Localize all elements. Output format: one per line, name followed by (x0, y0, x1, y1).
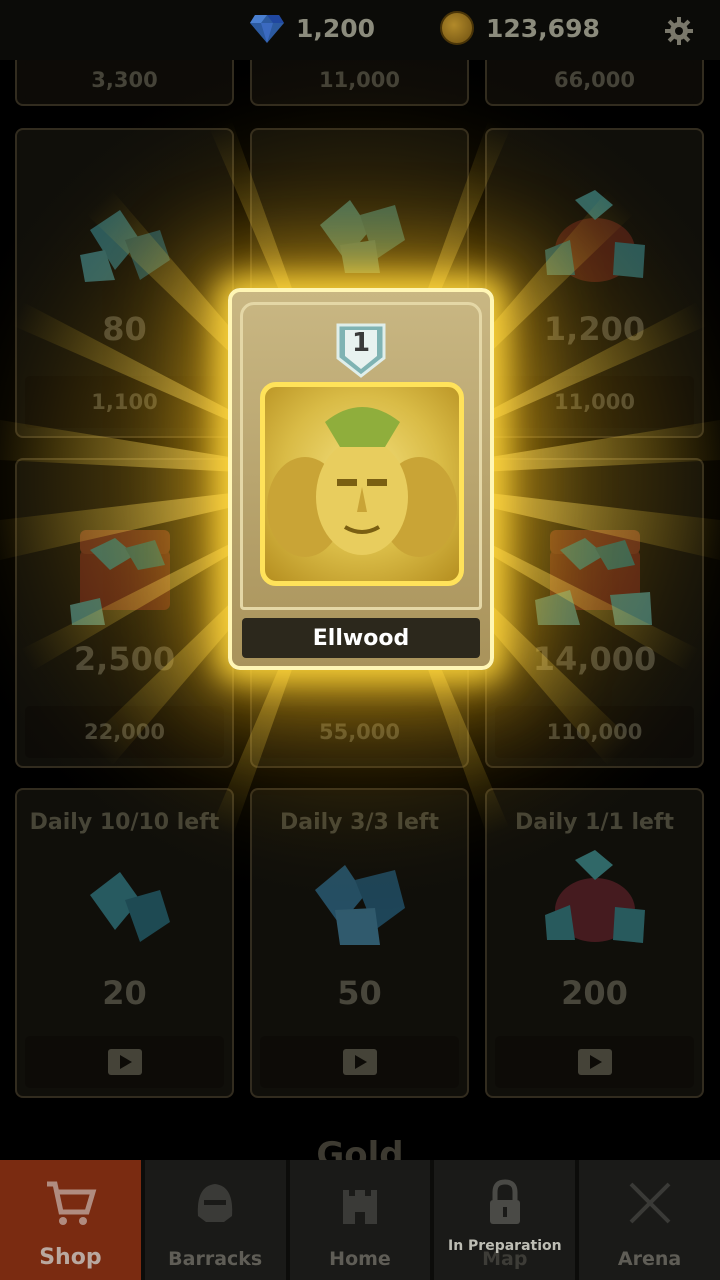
helmet-icon (197, 1184, 233, 1222)
daily-limit-label: Daily 3/3 left (279, 810, 440, 835)
item-amount: 14,000 (532, 640, 657, 678)
tab-label: Arena (617, 1248, 682, 1270)
cart-icon (47, 1181, 97, 1225)
price-label: 55,000 (260, 706, 459, 758)
price-label: 11,000 (495, 376, 694, 428)
level-badge: 1 (335, 322, 387, 378)
daily-limit-label: Daily 1/1 left (514, 810, 675, 835)
item-amount: 50 (337, 974, 382, 1012)
item-amount: 80 (102, 310, 147, 348)
daily-limit-label: Daily 10/10 left (29, 810, 220, 835)
gear-icon[interactable] (664, 16, 694, 46)
tab-home[interactable]: Home (289, 1160, 431, 1280)
price-label: 110,000 (495, 706, 694, 758)
hero-name: Ellwood (242, 618, 480, 658)
shop-item[interactable]: 2,500 22,000 (15, 458, 234, 768)
lock-icon (489, 1179, 520, 1224)
watch-ad-button[interactable] (495, 1036, 694, 1088)
item-amount: 200 (561, 974, 628, 1012)
hero-face-icon (267, 407, 457, 557)
gold-counter: 123,698 (440, 8, 600, 48)
price-label: 3,300 (25, 60, 224, 100)
item-amount: 2,500 (73, 640, 176, 678)
tab-label: Shop (39, 1245, 102, 1270)
gem-chest-icon (534, 530, 652, 625)
hero-portrait (260, 382, 464, 586)
watch-ad-button[interactable] (25, 1036, 224, 1088)
gem-icon (250, 15, 284, 43)
tab-label: Barracks (168, 1248, 263, 1270)
shop-item[interactable]: 80 1,100 (15, 128, 234, 438)
crossed-swords-icon (629, 1182, 670, 1224)
watch-ad-button[interactable] (260, 1036, 459, 1088)
tab-label: Home (329, 1248, 391, 1270)
level-number: 1 (351, 328, 371, 358)
play-video-icon (342, 1049, 377, 1075)
shop-item[interactable]: 14,000 110,000 (485, 458, 704, 768)
gem-pile-icon (319, 200, 405, 273)
gem-pile-icon (79, 210, 170, 282)
gem-bag-icon (544, 850, 645, 943)
price-label: 1,100 (25, 376, 224, 428)
gems-counter: 1,200 (250, 8, 375, 48)
tab-shop[interactable]: Shop (0, 1160, 141, 1280)
gold-value: 123,698 (486, 13, 600, 43)
gems-value: 1,200 (296, 13, 376, 43)
play-video-icon (577, 1049, 612, 1075)
hero-reward-card[interactable]: 1 Ellwood (228, 288, 494, 670)
tab-map[interactable]: In Preparation Map (434, 1160, 576, 1280)
daily-item[interactable]: Daily 3/3 left 50 (250, 788, 469, 1098)
coin-icon (440, 11, 474, 45)
castle-icon (342, 1190, 377, 1224)
tab-barracks[interactable]: Barracks (144, 1160, 286, 1280)
price-label: 66,000 (495, 60, 694, 100)
top-bar: 1,200 123,698 (0, 0, 720, 60)
tab-arena[interactable]: Arena (579, 1160, 720, 1280)
play-video-icon (107, 1049, 142, 1075)
gem-bag-icon (544, 190, 645, 282)
price-label: 22,000 (25, 706, 224, 758)
shop-item[interactable]: 1,200 11,000 (485, 128, 704, 438)
item-amount: 20 (102, 974, 147, 1012)
bottom-nav: Shop Barracks Home In Preparation Map Ar… (0, 1160, 720, 1280)
daily-item[interactable]: Daily 10/10 left 20 (15, 788, 234, 1098)
gem-pile-icon (89, 872, 170, 942)
item-amount: 1,200 (543, 310, 646, 348)
gem-chest-icon (69, 530, 170, 625)
daily-item[interactable]: Daily 1/1 left 200 (485, 788, 704, 1098)
gem-pile-icon (314, 865, 405, 945)
in-preparation-label: In Preparation (447, 1238, 562, 1254)
price-label: 11,000 (260, 60, 459, 100)
